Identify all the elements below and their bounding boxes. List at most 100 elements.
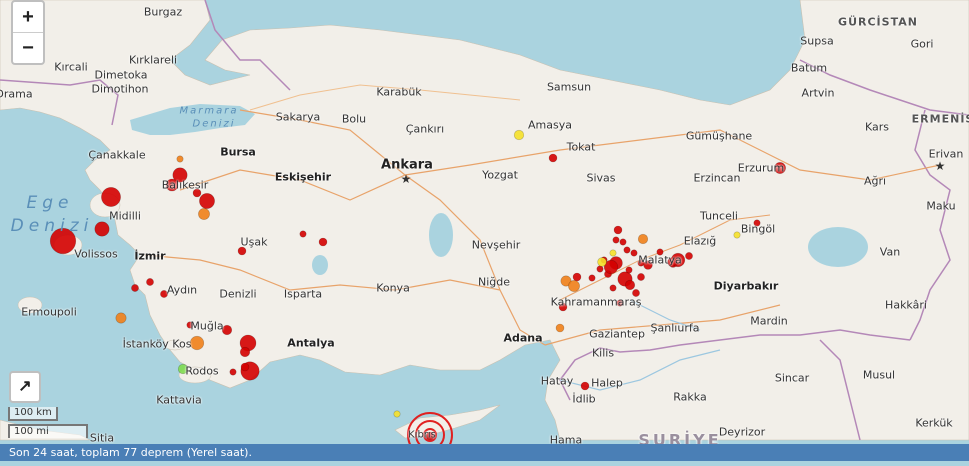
place-label: Konya (376, 281, 410, 295)
earthquake-marker[interactable] (318, 237, 328, 247)
earthquake-marker[interactable] (239, 346, 251, 358)
place-label: Bingöl (740, 222, 776, 236)
place-label: Kattavia (156, 393, 202, 407)
place-label: Burgaz (143, 5, 183, 19)
place-label: Mardin (750, 314, 788, 328)
zoom-out-button[interactable]: − (13, 32, 43, 63)
place-label: Antalya (287, 336, 335, 350)
place-label: Ağrı (863, 174, 887, 188)
earthquake-marker[interactable] (612, 236, 620, 244)
earthquake-marker[interactable] (685, 252, 693, 260)
earthquake-marker[interactable] (240, 362, 250, 372)
earthquake-marker[interactable] (630, 249, 638, 257)
expand-icon: ↗ (18, 378, 32, 395)
place-label: Muğla (190, 319, 224, 333)
sea-label: Denizi (10, 216, 94, 236)
earthquake-marker[interactable] (299, 230, 307, 238)
earthquake-marker[interactable] (609, 249, 617, 257)
earthquake-marker[interactable] (597, 257, 607, 267)
place-label: Malatya (638, 253, 682, 267)
capital-star-icon: ★ (935, 159, 946, 173)
country-label: GÜRCİSTAN (838, 15, 918, 29)
place-label: Ermoupoli (21, 305, 77, 319)
capital-label: Ankara (381, 157, 433, 173)
place-label: Bolu (341, 112, 367, 126)
place-label: Sitia (89, 431, 115, 445)
place-label: Hatay (540, 374, 574, 388)
place-label: Tokat (566, 140, 596, 154)
place-label: Drama (0, 87, 33, 101)
earthquake-marker[interactable] (637, 273, 645, 281)
earthquake-marker[interactable] (624, 279, 636, 291)
place-label: İstanköy Kos (122, 337, 192, 351)
place-label: Erivan (928, 147, 964, 161)
place-label: Kırcali (54, 60, 88, 74)
place-label: Hakkâri (885, 298, 927, 312)
earthquake-marker[interactable] (221, 324, 233, 336)
place-label: Erzincan (693, 171, 741, 185)
earthquake-marker[interactable] (580, 381, 590, 391)
earthquake-marker[interactable] (733, 231, 741, 239)
earthquake-marker[interactable] (596, 265, 604, 273)
place-label: Yozgat (482, 168, 518, 182)
place-label: Rakka (673, 390, 707, 404)
zoom-in-button[interactable]: + (13, 2, 43, 32)
earthquake-marker[interactable] (94, 221, 110, 237)
sea-label: Denizi (192, 118, 236, 130)
earthquake-marker[interactable] (625, 266, 633, 274)
scale-imperial: 100 mi (8, 424, 88, 438)
earthquake-marker[interactable] (393, 410, 401, 418)
earthquake-marker[interactable] (131, 284, 139, 292)
place-label: Dimetoka (94, 68, 148, 82)
earthquake-marker[interactable] (176, 155, 184, 163)
earthquake-marker[interactable] (513, 129, 525, 141)
place-label: Elazığ (683, 234, 717, 248)
earthquake-marker[interactable] (613, 225, 623, 235)
earthquake-marker[interactable] (609, 284, 617, 292)
earthquake-marker[interactable] (189, 335, 205, 351)
place-label: Samsun (546, 80, 592, 94)
place-label: Midilli (109, 209, 141, 223)
place-label: Rodos (185, 364, 219, 378)
place-label: Gori (910, 37, 934, 51)
earthquake-marker[interactable] (619, 238, 627, 246)
place-label: Uşak (240, 235, 268, 249)
earthquake-marker[interactable] (199, 193, 215, 209)
place-label: Şanlıurfa (650, 321, 700, 335)
place-label: Tunceli (700, 209, 738, 223)
place-label: Denizli (219, 287, 257, 301)
capital-star-icon: ★ (401, 172, 412, 186)
scale-metric: 100 km (8, 407, 58, 421)
place-label: Adana (503, 331, 543, 345)
earthquake-marker[interactable] (198, 208, 210, 220)
earthquake-marker[interactable] (146, 278, 154, 286)
earthquake-marker[interactable] (572, 272, 582, 282)
earthquake-marker[interactable] (588, 274, 596, 282)
earthquake-marker[interactable] (637, 233, 649, 245)
place-label: Batum (790, 61, 828, 75)
earthquake-marker[interactable] (101, 187, 121, 207)
sea-label: Marmara (179, 105, 239, 117)
place-label: Halep (591, 376, 623, 390)
earthquake-marker[interactable] (229, 368, 237, 376)
place-label: Aydın (166, 283, 198, 297)
fullscreen-button[interactable]: ↗ (9, 371, 41, 403)
earthquake-marker[interactable] (568, 280, 580, 292)
earthquake-marker[interactable] (623, 246, 631, 254)
place-label: İdlib (572, 392, 596, 406)
place-label: Amasya (528, 118, 572, 132)
earthquake-marker[interactable] (555, 323, 565, 333)
place-label: Niğde (477, 275, 511, 289)
place-label: Artvin (801, 86, 835, 100)
place-label: Kilis (591, 346, 615, 360)
zoom-control: + − (11, 0, 45, 65)
place-label: Supsa (800, 34, 834, 48)
earthquake-marker[interactable] (548, 153, 558, 163)
country-label: ERMENİS (911, 112, 969, 126)
earthquake-marker[interactable] (115, 312, 127, 324)
place-label: Kırklareli (128, 53, 178, 67)
place-label: Sakarya (275, 110, 321, 124)
place-label: Erzurum (737, 161, 785, 175)
place-label: Kıbrıs (408, 429, 436, 441)
place-label: Sincar (774, 371, 810, 385)
